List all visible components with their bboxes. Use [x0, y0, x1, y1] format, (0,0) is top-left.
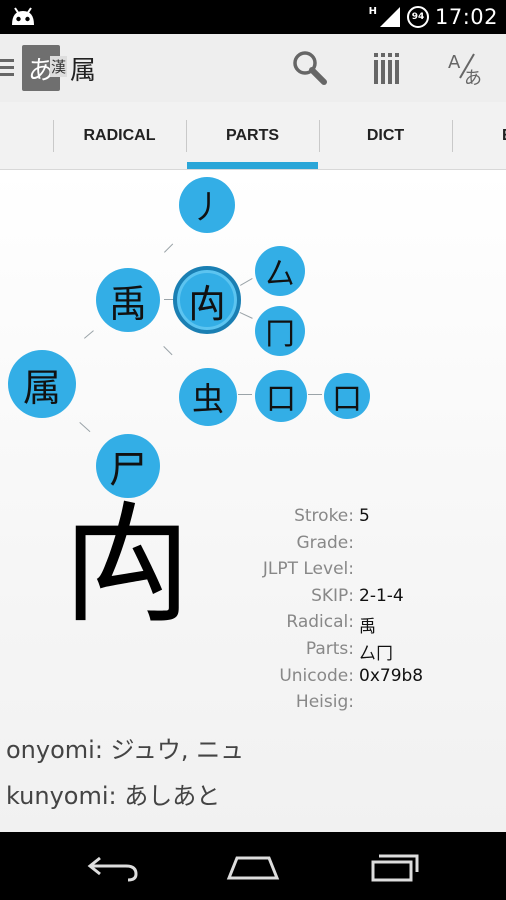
- tree-edge: [163, 346, 173, 356]
- info-label: Parts:: [305, 638, 354, 659]
- tree-node-no[interactable]: 丿: [179, 177, 235, 233]
- tree-edge: [84, 330, 94, 339]
- selected-kanji-large: 禸: [62, 489, 193, 641]
- battery-level: 94: [411, 12, 425, 22]
- tree-node-root[interactable]: 属: [8, 350, 76, 418]
- action-bar: あ 漢 属 A あ: [0, 34, 506, 102]
- battery-icon: 94: [406, 6, 429, 28]
- recent-apps-icon[interactable]: [367, 850, 423, 882]
- info-value: 5: [359, 506, 370, 526]
- parts-tree: 属 禹 尸 丿 禸 厶 冂 虫 口 口: [0, 170, 506, 510]
- signal-icon: [379, 7, 400, 27]
- tree-edge: [308, 394, 322, 395]
- info-label: Unicode:: [279, 665, 354, 686]
- info-row-heisig: Heisig:: [200, 692, 500, 719]
- tree-node-kamae[interactable]: 冂: [255, 306, 305, 356]
- tree-node-kuchi[interactable]: 口: [255, 370, 307, 422]
- translate-icon[interactable]: A あ: [446, 48, 486, 88]
- selected-tab-indicator: [187, 162, 318, 169]
- tree-edge: [239, 312, 253, 319]
- parts-content: 属 禹 尸 丿 禸 厶 冂 虫 口 口 禸 Stroke: 5 Grade: JL…: [0, 170, 506, 832]
- info-row-radical: Radical: 禹: [200, 612, 500, 639]
- home-icon[interactable]: [225, 850, 281, 882]
- tab-kanji[interactable]: JI: [0, 102, 53, 169]
- tree-node-mushi[interactable]: 虫: [179, 368, 237, 426]
- info-row-skip: SKIP: 2-1-4: [200, 586, 500, 613]
- info-row-stroke: Stroke: 5: [200, 506, 500, 533]
- tab-parts[interactable]: PARTS: [186, 102, 319, 169]
- status-bar: H 94 17:02: [0, 0, 506, 34]
- tree-node-mu[interactable]: 厶: [255, 246, 305, 296]
- svg-text:A: A: [448, 52, 461, 73]
- onyomi-reading: onyomi: ジュウ, ニュ: [6, 736, 245, 764]
- tab-dict[interactable]: DICT: [319, 102, 452, 169]
- tree-edge: [79, 422, 91, 433]
- android-robot-icon: [12, 7, 34, 25]
- info-row-grade: Grade:: [200, 533, 500, 560]
- tree-node-yu[interactable]: 禹: [96, 268, 160, 332]
- back-icon[interactable]: [86, 850, 142, 882]
- info-value: 厶冂: [359, 643, 393, 664]
- info-label: Grade:: [296, 532, 354, 553]
- info-label: Heisig:: [295, 692, 354, 713]
- info-label: SKIP:: [311, 585, 354, 606]
- info-row-jlpt: JLPT Level:: [200, 559, 500, 586]
- tree-edge: [238, 394, 252, 395]
- info-value: 2-1-4: [359, 585, 404, 606]
- search-icon[interactable]: [290, 48, 330, 88]
- menu-icon[interactable]: [0, 59, 14, 77]
- info-value: 禹: [359, 617, 376, 638]
- tree-node-kuchi-leaf[interactable]: 口: [324, 373, 370, 419]
- kunyomi-reading: kunyomi: あしあと: [6, 782, 221, 810]
- info-label: JLPT Level:: [262, 559, 354, 580]
- info-row-unicode: Unicode: 0x79b8: [200, 666, 500, 693]
- tree-edge: [240, 278, 253, 286]
- network-type-badge: H: [368, 6, 377, 17]
- navigation-bar: [0, 832, 506, 900]
- clock: 17:02: [434, 5, 498, 29]
- tree-node-ju-selected[interactable]: 禸: [173, 266, 241, 334]
- page-title: 属: [70, 56, 97, 86]
- app-icon-kanji: 漢: [50, 56, 68, 77]
- svg-text:あ: あ: [464, 68, 482, 88]
- tab-bar: JI RADICAL PARTS DICT EXA: [0, 102, 506, 170]
- info-row-parts: Parts: 厶冂: [200, 639, 500, 666]
- info-value: 0x79b8: [359, 665, 424, 686]
- tab-radical[interactable]: RADICAL: [53, 102, 186, 169]
- kanji-info-table: Stroke: 5 Grade: JLPT Level: SKIP: 2-1-4 R…: [200, 506, 500, 719]
- tab-examples[interactable]: EXA: [452, 102, 506, 169]
- info-label: Radical:: [286, 612, 354, 633]
- tree-edge: [164, 243, 174, 253]
- info-label: Stroke:: [294, 506, 354, 526]
- stroke-order-icon[interactable]: [368, 48, 408, 88]
